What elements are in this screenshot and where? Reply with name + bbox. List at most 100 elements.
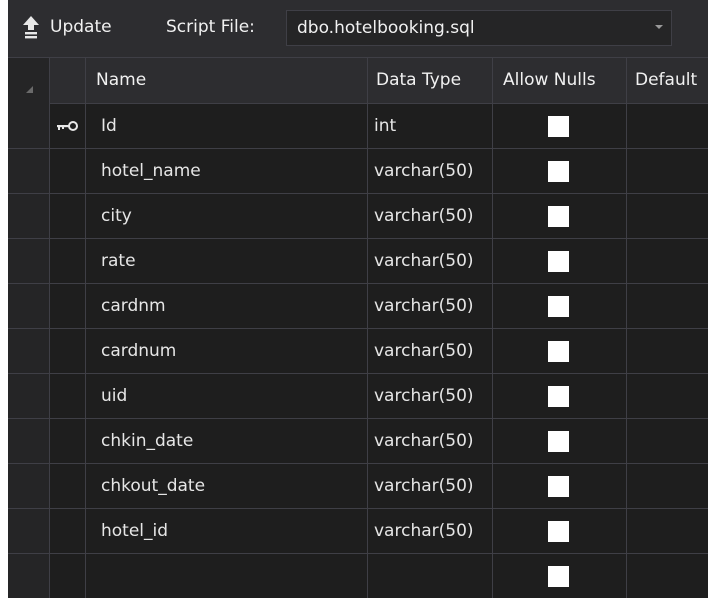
table-row[interactable]: chkin_date varchar(50) [8,419,708,464]
allow-nulls-cell [493,374,627,418]
column-header-data-type[interactable]: Data Type [368,58,493,104]
column-name-cell[interactable]: city [86,194,368,238]
key-cell [50,239,86,283]
column-name-cell[interactable]: rate [86,239,368,283]
key-cell [50,194,86,238]
column-name-cell[interactable]: uid [86,374,368,418]
table-row[interactable]: cardnm varchar(50) [8,284,708,329]
data-type-cell[interactable]: varchar(50) [368,329,493,373]
key-column-header [50,58,86,104]
allow-nulls-checkbox[interactable] [548,251,569,272]
row-selector[interactable] [8,284,50,328]
designer-toolbar: Update Script File: dbo.hotelbooking.sql [8,0,708,58]
key-cell [50,464,86,508]
allow-nulls-cell [493,419,627,463]
table-row[interactable]: hotel_id varchar(50) [8,509,708,554]
column-name-cell[interactable]: hotel_name [86,149,368,193]
data-type-cell[interactable]: varchar(50) [368,374,493,418]
row-selector[interactable] [8,149,50,193]
data-type-cell[interactable]: varchar(50) [368,194,493,238]
allow-nulls-checkbox[interactable] [548,476,569,497]
script-file-label: Script File: [166,17,255,37]
script-file-select[interactable]: dbo.hotelbooking.sql [286,10,672,46]
data-type-cell[interactable] [368,554,493,598]
allow-nulls-checkbox[interactable] [548,161,569,182]
default-value-cell[interactable] [627,419,708,463]
data-type-cell[interactable]: varchar(50) [368,149,493,193]
table-row[interactable]: Id int [8,104,708,149]
allow-nulls-checkbox[interactable] [548,566,569,587]
table-row[interactable]: city varchar(50) [8,194,708,239]
column-name-cell[interactable]: hotel_id [86,509,368,553]
allow-nulls-checkbox[interactable] [548,521,569,542]
default-value-cell[interactable] [627,284,708,328]
allow-nulls-checkbox[interactable] [548,386,569,407]
row-selector[interactable] [8,239,50,283]
allow-nulls-checkbox[interactable] [548,296,569,317]
key-cell [50,374,86,418]
default-value-cell[interactable] [627,194,708,238]
default-value-cell[interactable] [627,464,708,508]
default-value-cell[interactable] [627,239,708,283]
allow-nulls-checkbox[interactable] [548,116,569,137]
column-name-cell[interactable]: chkin_date [86,419,368,463]
data-type-cell[interactable]: varchar(50) [368,419,493,463]
key-cell [50,509,86,553]
table-row[interactable]: cardnum varchar(50) [8,329,708,374]
update-label: Update [50,17,112,37]
column-header-name[interactable]: Name [86,58,368,104]
row-selector[interactable] [8,374,50,418]
default-value-cell[interactable] [627,374,708,418]
data-type-cell[interactable]: varchar(50) [368,509,493,553]
data-type-cell[interactable]: int [368,104,493,148]
data-type-cell[interactable]: varchar(50) [368,239,493,283]
default-value-cell[interactable] [627,149,708,193]
table-row[interactable] [8,554,708,598]
allow-nulls-checkbox[interactable] [548,431,569,452]
column-name-cell[interactable]: cardnum [86,329,368,373]
column-header-allow-nulls[interactable]: Allow Nulls [493,58,627,104]
default-value-cell[interactable] [627,509,708,553]
allow-nulls-checkbox[interactable] [548,206,569,227]
allow-nulls-cell [493,464,627,508]
column-name-cell[interactable]: cardnm [86,284,368,328]
key-cell [50,149,86,193]
allow-nulls-cell [493,239,627,283]
select-all-corner[interactable] [8,58,50,104]
column-name-cell[interactable]: chkout_date [86,464,368,508]
table-row[interactable]: rate varchar(50) [8,239,708,284]
table-row[interactable]: chkout_date varchar(50) [8,464,708,509]
column-header-default[interactable]: Default [627,58,708,104]
row-selector[interactable] [8,104,50,148]
table-row[interactable]: hotel_name varchar(50) [8,149,708,194]
row-selector[interactable] [8,464,50,508]
allow-nulls-cell [493,284,627,328]
row-selector[interactable] [8,509,50,553]
chevron-down-icon[interactable] [655,25,663,29]
allow-nulls-cell [493,509,627,553]
key-cell [50,104,86,148]
default-value-cell[interactable] [627,104,708,148]
column-name-cell[interactable] [86,554,368,598]
table-row[interactable]: uid varchar(50) [8,374,708,419]
column-name-cell[interactable]: Id [86,104,368,148]
default-value-cell[interactable] [627,329,708,373]
data-type-cell[interactable]: varchar(50) [368,464,493,508]
row-selector[interactable] [8,554,50,598]
row-selector[interactable] [8,419,50,463]
allow-nulls-cell [493,149,627,193]
upload-arrow-icon [23,16,39,39]
columns-grid: Name Data Type Allow Nulls Default Id int… [8,58,708,598]
grid-header: Name Data Type Allow Nulls Default [8,58,708,104]
key-cell [50,329,86,373]
default-value-cell[interactable] [627,554,708,598]
allow-nulls-cell [493,329,627,373]
key-icon [57,121,78,131]
row-selector[interactable] [8,194,50,238]
corner-triangle-icon [26,86,33,93]
update-button[interactable]: Update [22,12,112,42]
row-selector[interactable] [8,329,50,373]
data-type-cell[interactable]: varchar(50) [368,284,493,328]
allow-nulls-checkbox[interactable] [548,341,569,362]
allow-nulls-cell [493,194,627,238]
